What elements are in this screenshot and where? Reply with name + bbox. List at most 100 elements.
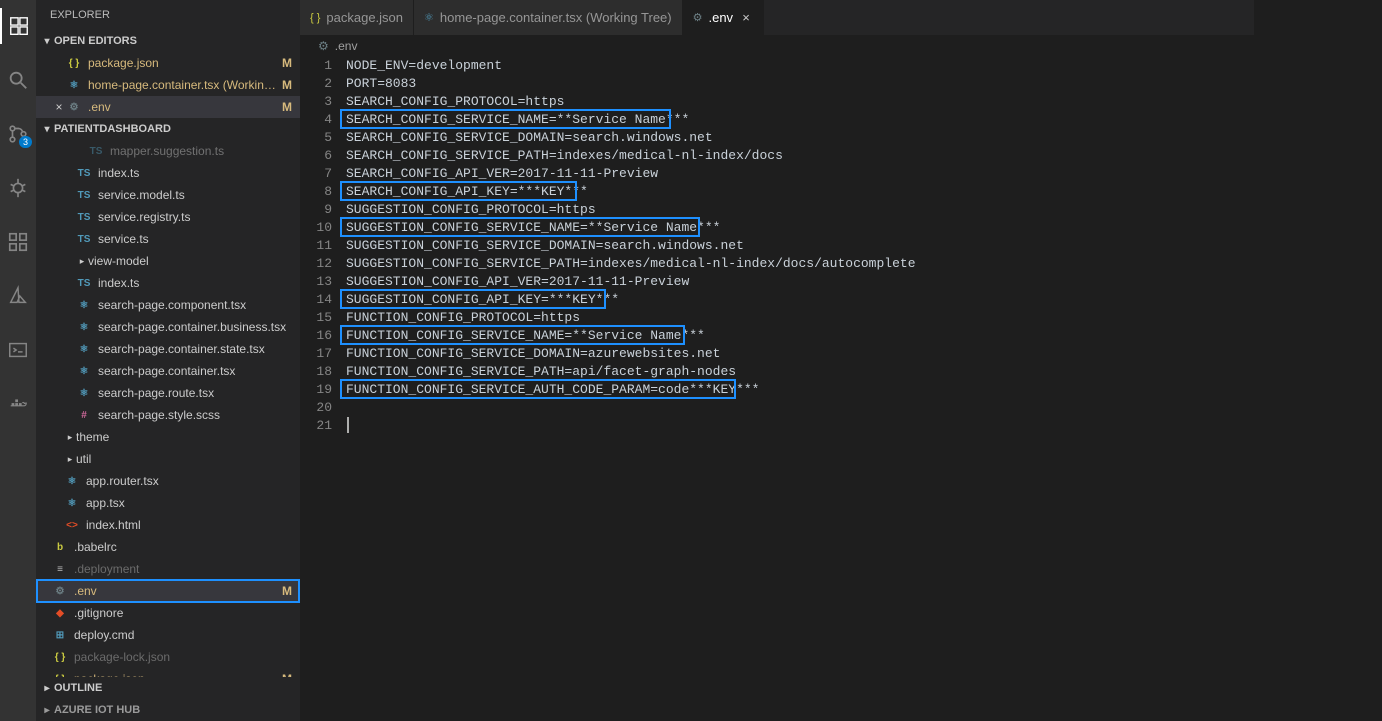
line-number: 11: [300, 237, 332, 255]
code-line[interactable]: SUGGESTION_CONFIG_SERVICE_PATH=indexes/m…: [346, 255, 1254, 273]
code-line[interactable]: SEARCH_CONFIG_SERVICE_DOMAIN=search.wind…: [346, 129, 1254, 147]
activity-docker-icon[interactable]: [0, 386, 36, 422]
right-padding: [1254, 0, 1382, 721]
chevron-icon: ▸: [64, 454, 76, 465]
activity-scm-icon[interactable]: 3: [0, 116, 36, 152]
file-label: .babelrc: [74, 540, 292, 554]
code-line[interactable]: SUGGESTION_CONFIG_API_VER=2017-11-11-Pre…: [346, 273, 1254, 291]
code-line[interactable]: PORT=8083: [346, 75, 1254, 93]
close-icon[interactable]: ×: [739, 10, 753, 25]
chevron-icon: ▸: [64, 432, 76, 443]
file-item[interactable]: ⚛search-page.route.tsx: [36, 382, 300, 404]
folder-item[interactable]: ▸view-model: [36, 250, 300, 272]
close-icon[interactable]: ×: [52, 100, 66, 114]
ts-icon: TS: [76, 209, 92, 225]
file-label: service.ts: [98, 232, 292, 246]
file-item[interactable]: { }package-lock.json: [36, 646, 300, 668]
code-editor[interactable]: 123456789101112131415161718192021 NODE_E…: [300, 57, 1254, 721]
code-line[interactable]: FUNCTION_CONFIG_SERVICE_AUTH_CODE_PARAM=…: [346, 381, 1254, 399]
tsx-icon: ⚛: [76, 319, 92, 335]
gear-icon: ⚙: [693, 11, 703, 24]
file-item[interactable]: ⚙.envM: [36, 580, 300, 602]
code-content[interactable]: NODE_ENV=developmentPORT=8083SEARCH_CONF…: [346, 57, 1254, 721]
line-number: 1: [300, 57, 332, 75]
file-item[interactable]: ≡.deployment: [36, 558, 300, 580]
activity-search-icon[interactable]: [0, 62, 36, 98]
tsx-icon: ⚛: [76, 297, 92, 313]
file-label: theme: [76, 430, 292, 444]
file-item[interactable]: ⚛search-page.component.tsx: [36, 294, 300, 316]
file-item[interactable]: TSindex.ts: [36, 162, 300, 184]
file-item[interactable]: ⚛app.tsx: [36, 492, 300, 514]
line-number: 7: [300, 165, 332, 183]
code-line[interactable]: FUNCTION_CONFIG_SERVICE_NAME=**Service N…: [346, 327, 1254, 345]
file-item[interactable]: <>index.html: [36, 514, 300, 536]
file-item[interactable]: TSindex.ts: [36, 272, 300, 294]
dep-icon: ≡: [52, 561, 68, 577]
file-item[interactable]: TSmapper.suggestion.ts: [36, 140, 300, 162]
open-editor-item[interactable]: { }package.jsonM: [36, 52, 300, 74]
activity-debug-icon[interactable]: [0, 170, 36, 206]
code-line[interactable]: SEARCH_CONFIG_SERVICE_PATH=indexes/medic…: [346, 147, 1254, 165]
file-item[interactable]: b.babelrc: [36, 536, 300, 558]
file-label: .gitignore: [74, 606, 292, 620]
breadcrumb[interactable]: ⚙ .env: [300, 35, 1254, 57]
code-line[interactable]: FUNCTION_CONFIG_SERVICE_PATH=api/facet-g…: [346, 363, 1254, 381]
file-label: search-page.container.tsx: [98, 364, 292, 378]
file-label: search-page.container.business.tsx: [98, 320, 292, 334]
activity-extensions-icon[interactable]: [0, 224, 36, 260]
file-item[interactable]: ⊞deploy.cmd: [36, 624, 300, 646]
code-line[interactable]: FUNCTION_CONFIG_SERVICE_DOMAIN=azurewebs…: [346, 345, 1254, 363]
activity-explorer-icon[interactable]: [0, 8, 36, 44]
file-item[interactable]: ⚛search-page.container.tsx: [36, 360, 300, 382]
code-line[interactable]: SEARCH_CONFIG_API_VER=2017-11-11-Preview: [346, 165, 1254, 183]
tsx-icon: ⚛: [64, 495, 80, 511]
ts-icon: TS: [88, 143, 104, 159]
file-item[interactable]: ⚛app.router.tsx: [36, 470, 300, 492]
outline-header[interactable]: ▸ OUTLINE: [36, 677, 300, 699]
open-editors-header[interactable]: ▾ OPEN EDITORS: [36, 30, 300, 52]
code-line[interactable]: SUGGESTION_CONFIG_PROTOCOL=https: [346, 201, 1254, 219]
file-item[interactable]: ⚛ search-page.container.business.tsx: [36, 316, 300, 338]
vcs-status: M: [278, 78, 292, 92]
sidebar-title: EXPLORER: [36, 0, 300, 30]
activity-azure-icon[interactable]: [0, 278, 36, 314]
code-line[interactable]: SUGGESTION_CONFIG_SERVICE_DOMAIN=search.…: [346, 237, 1254, 255]
iothub-header[interactable]: ▸ AZURE IOT HUB: [36, 699, 300, 721]
file-item[interactable]: TSservice.ts: [36, 228, 300, 250]
code-line[interactable]: SEARCH_CONFIG_PROTOCOL=https: [346, 93, 1254, 111]
line-number: 13: [300, 273, 332, 291]
code-line[interactable]: SEARCH_CONFIG_API_KEY=***KEY***: [346, 183, 1254, 201]
editor-tab[interactable]: { }package.json: [300, 0, 414, 35]
code-line[interactable]: SUGGESTION_CONFIG_SERVICE_NAME=**Service…: [346, 219, 1254, 237]
code-line[interactable]: [346, 417, 1254, 435]
file-item[interactable]: ⚛search-page.container.state.tsx: [36, 338, 300, 360]
open-editor-item[interactable]: ⚛home-page.container.tsx (Working ...M: [36, 74, 300, 96]
git-icon: ◆: [52, 605, 68, 621]
file-label: package.json: [88, 56, 278, 70]
editor-tab[interactable]: ⚙.env×: [683, 0, 764, 35]
project-header[interactable]: ▾ PATIENTDASHBOARD: [36, 118, 300, 140]
file-item[interactable]: TSservice.model.ts: [36, 184, 300, 206]
line-number: 9: [300, 201, 332, 219]
file-label: .env: [88, 100, 278, 114]
code-line[interactable]: FUNCTION_CONFIG_PROTOCOL=https: [346, 309, 1254, 327]
file-item[interactable]: TSservice.registry.ts: [36, 206, 300, 228]
open-editor-item[interactable]: ×⚙.envM: [36, 96, 300, 118]
tsx-icon: ⚛: [76, 341, 92, 357]
code-line[interactable]: SEARCH_CONFIG_SERVICE_NAME=**Service Nam…: [346, 111, 1254, 129]
vcs-status: M: [278, 584, 292, 598]
editor-tab[interactable]: ⚛home-page.container.tsx (Working Tree): [414, 0, 683, 35]
code-line[interactable]: NODE_ENV=development: [346, 57, 1254, 75]
file-item[interactable]: { }package.jsonM: [36, 668, 300, 677]
activity-terminal-icon[interactable]: [0, 332, 36, 368]
file-item[interactable]: ◆ .gitignore: [36, 602, 300, 624]
line-number: 4: [300, 111, 332, 129]
code-line[interactable]: SUGGESTION_CONFIG_API_KEY=***KEY***: [346, 291, 1254, 309]
file-label: index.ts: [98, 166, 292, 180]
folder-item[interactable]: ▸theme: [36, 426, 300, 448]
code-line[interactable]: [346, 399, 1254, 417]
file-item[interactable]: #search-page.style.scss: [36, 404, 300, 426]
line-number: 15: [300, 309, 332, 327]
folder-item[interactable]: ▸util: [36, 448, 300, 470]
